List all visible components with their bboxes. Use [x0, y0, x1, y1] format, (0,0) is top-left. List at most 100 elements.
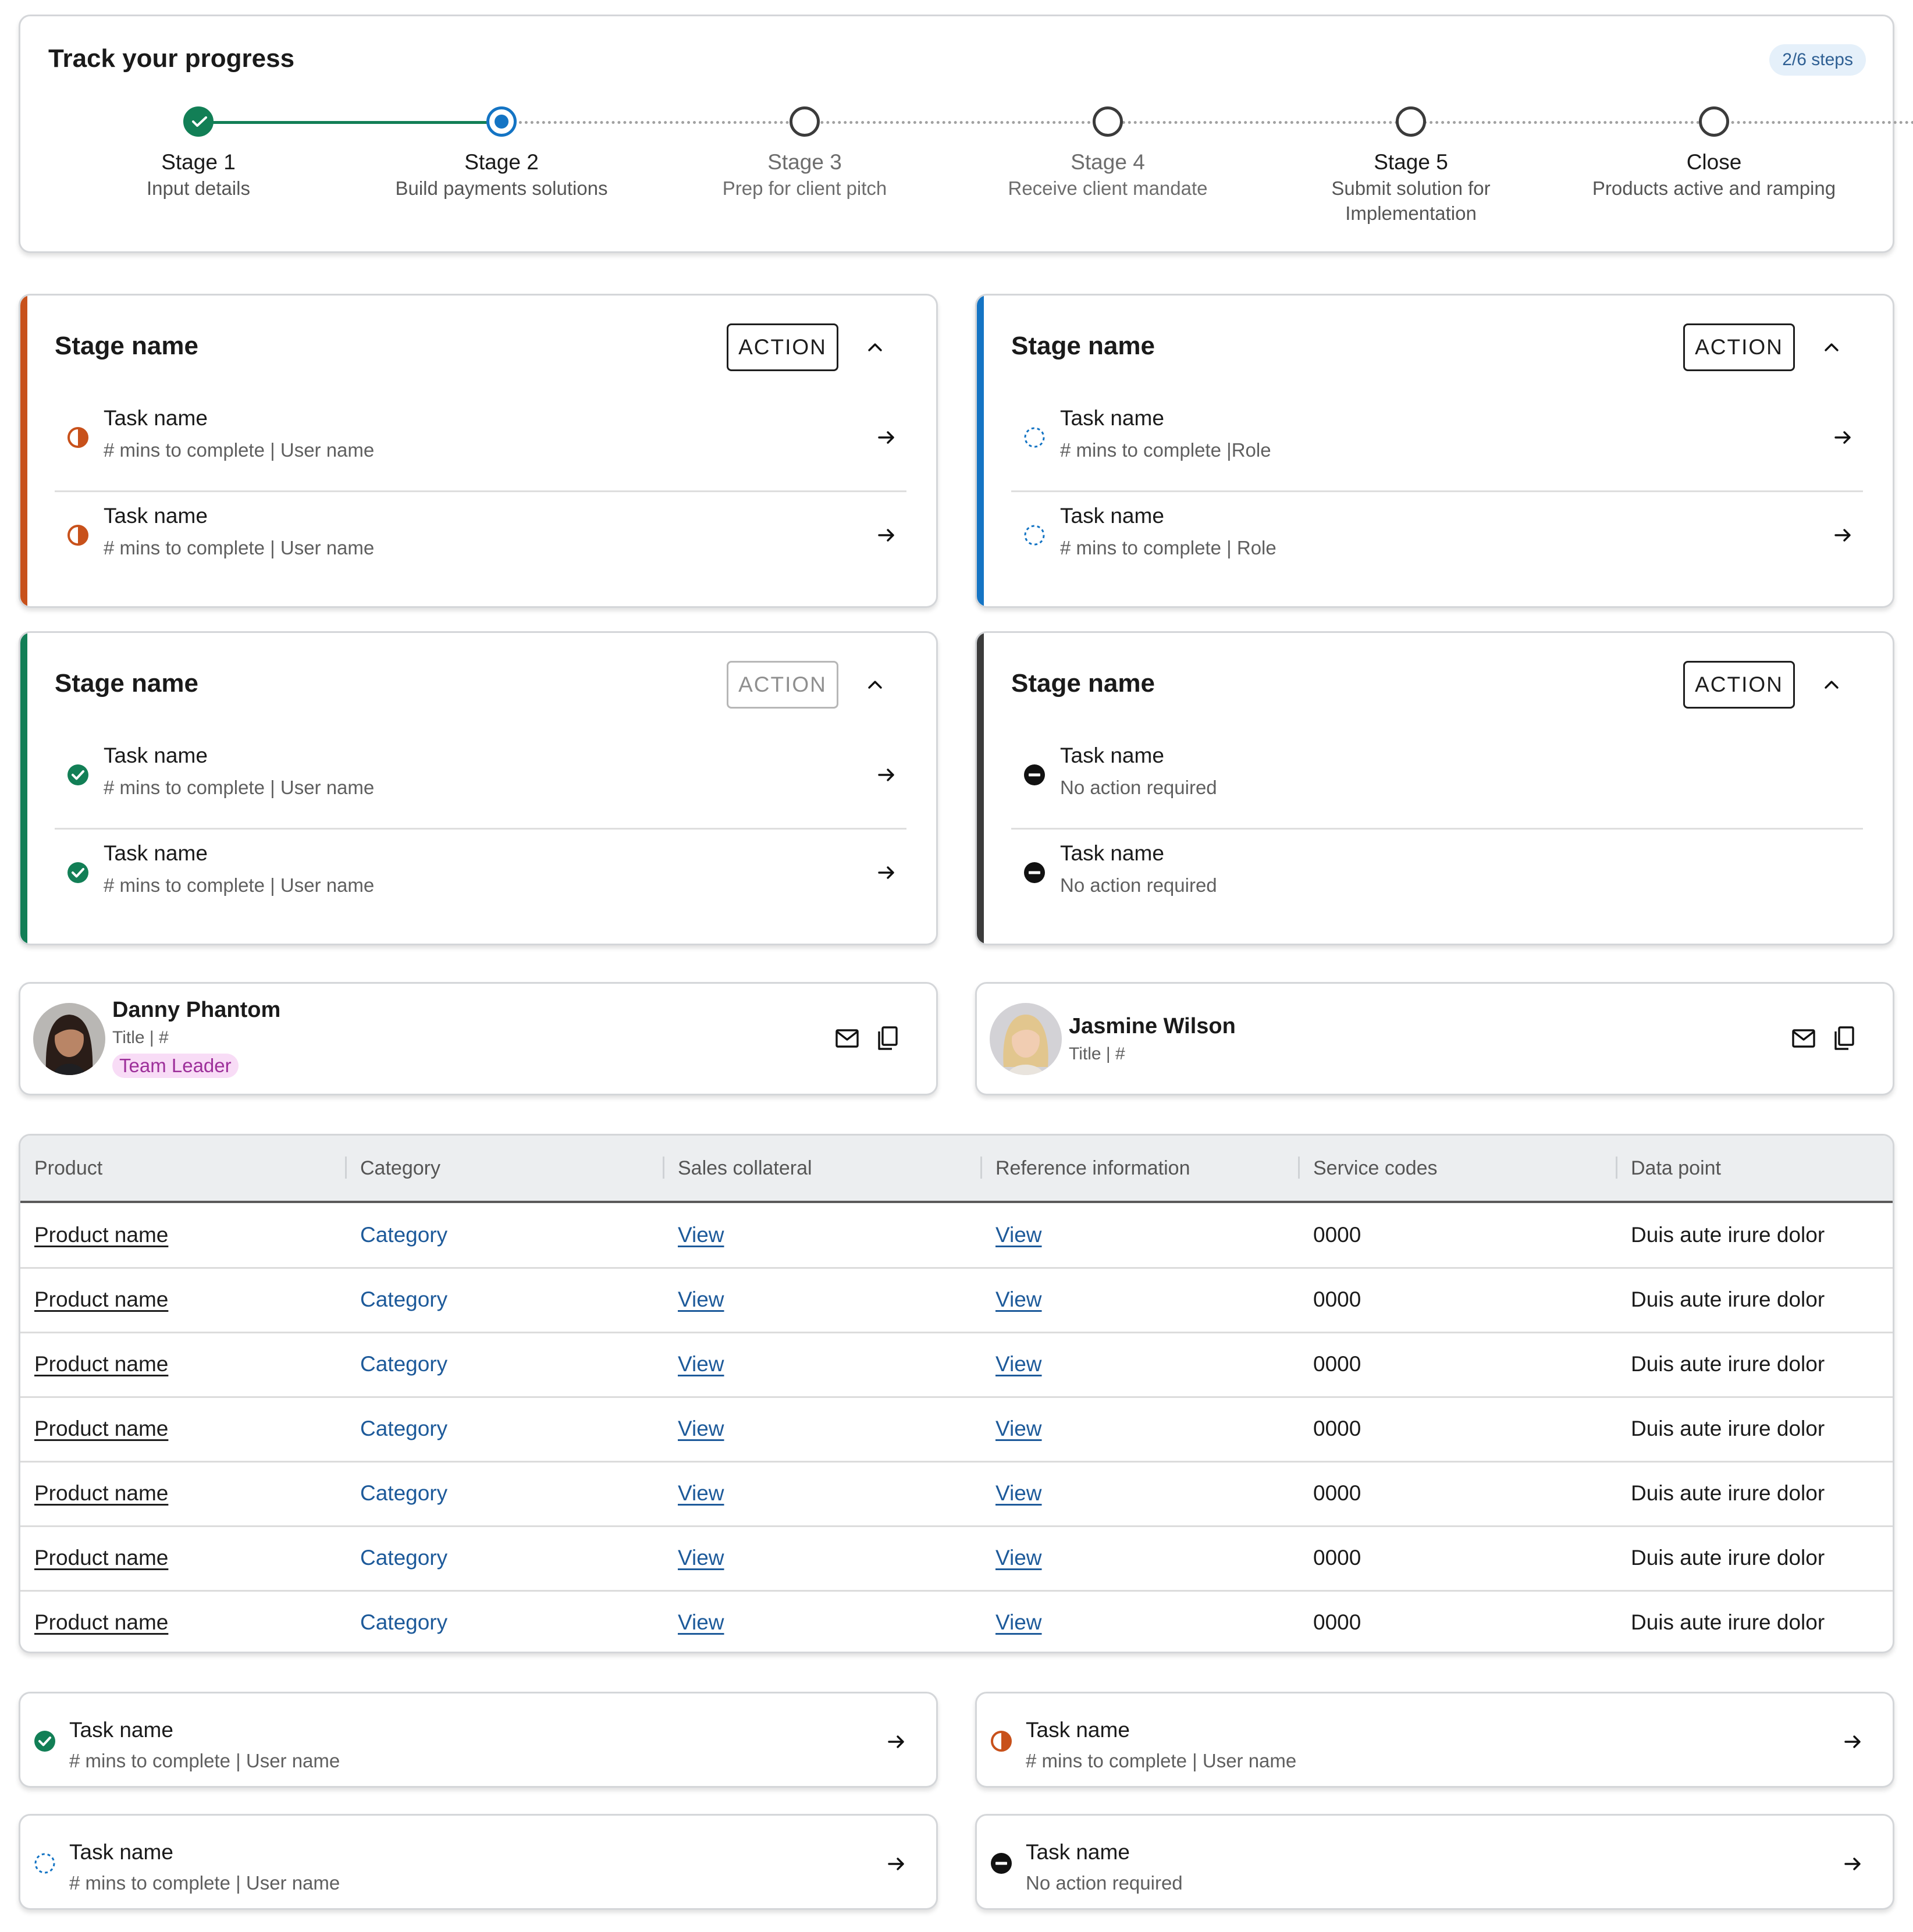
stage-5-node[interactable] [1396, 106, 1426, 137]
task-row[interactable]: Task name # mins to complete | User name [55, 732, 906, 830]
stage-name: Stage 2 [464, 150, 539, 174]
stage-5-label: Stage 5 Submit solution for Implementati… [1283, 149, 1539, 226]
product-link[interactable]: Product name [34, 1267, 168, 1332]
category-link[interactable]: Category [360, 1461, 447, 1525]
reference-info-link[interactable]: View [995, 1396, 1042, 1461]
data-point: Duis aute irure dolor [1631, 1546, 1825, 1570]
minus-circle-icon [1023, 861, 1046, 884]
task-row[interactable]: Task name # mins to complete |Role [1011, 394, 1863, 492]
contact-card-jasmine: Jasmine Wilson Title | # [975, 982, 1894, 1095]
task-card-no-action[interactable]: Task name No action required [975, 1814, 1894, 1910]
reference-info-link[interactable]: View [995, 1525, 1042, 1590]
action-button[interactable]: ACTION [1683, 323, 1795, 371]
column-header-reference-information[interactable]: Reference information [995, 1136, 1190, 1201]
task-card-complete[interactable]: Task name # mins to complete | User name [19, 1692, 938, 1788]
minus-circle-icon [1023, 763, 1046, 787]
category-link[interactable]: Category [360, 1202, 447, 1267]
arrow-right-icon[interactable] [886, 1731, 907, 1752]
service-code: 0000 [1313, 1223, 1361, 1247]
column-divider [980, 1157, 982, 1179]
sales-collateral-link[interactable]: View [678, 1202, 724, 1267]
stage-4-node[interactable] [1093, 106, 1123, 137]
reference-info-link[interactable]: View [995, 1267, 1042, 1332]
arrow-right-icon[interactable] [876, 764, 897, 785]
category-link[interactable]: Category [360, 1396, 447, 1461]
status-accent-bar [20, 633, 27, 944]
task-row[interactable]: Task name # mins to complete | Role [1011, 492, 1863, 588]
stage-close-label: Close Products active and ramping [1563, 149, 1865, 201]
sales-collateral-link[interactable]: View [678, 1525, 724, 1590]
sales-collateral-link[interactable]: View [678, 1332, 724, 1396]
data-point: Duis aute irure dolor [1631, 1481, 1825, 1505]
column-header-service-codes[interactable]: Service codes [1313, 1136, 1438, 1201]
sales-collateral-link[interactable]: View [678, 1396, 724, 1461]
task-card-in-progress[interactable]: Task name # mins to complete | User name [975, 1692, 1894, 1788]
arrow-right-icon[interactable] [876, 525, 897, 546]
product-link[interactable]: Product name [34, 1332, 168, 1396]
reference-info-link[interactable]: View [995, 1202, 1042, 1267]
mail-icon[interactable] [835, 1028, 859, 1049]
column-header-category[interactable]: Category [360, 1136, 440, 1201]
stage-3-node[interactable] [790, 106, 820, 137]
product-link[interactable]: Product name [34, 1202, 168, 1267]
arrow-right-icon[interactable] [1833, 427, 1854, 448]
sales-collateral-link[interactable]: View [678, 1461, 724, 1525]
contact-card-danny: Danny Phantom Title | # Team Leader [19, 982, 938, 1095]
chevron-up-icon[interactable] [1822, 675, 1841, 695]
column-header-data-point[interactable]: Data point [1631, 1136, 1721, 1201]
product-link[interactable]: Product name [34, 1396, 168, 1461]
category-link[interactable]: Category [360, 1332, 447, 1396]
task-row[interactable]: Task name # mins to complete | User name [55, 394, 906, 492]
category-link[interactable]: Category [360, 1590, 447, 1652]
mail-icon[interactable] [1791, 1028, 1816, 1049]
column-header-sales-collateral[interactable]: Sales collateral [678, 1136, 812, 1201]
stage-1-node[interactable] [183, 106, 214, 137]
chevron-up-icon[interactable] [1822, 337, 1841, 357]
table-row: Product name Category View View 0000 Duis aut… [20, 1525, 1893, 1592]
product-link[interactable]: Product name [34, 1590, 168, 1652]
table-row: Product name Category View View 0000 Duis aut… [20, 1590, 1893, 1652]
progress-line-complete [202, 121, 502, 124]
progress-tracker: Track your progress 2/6 steps Stage 1 In… [19, 15, 1913, 253]
task-meta: # mins to complete | Role [1060, 537, 1276, 558]
action-button[interactable]: ACTION [727, 323, 838, 371]
arrow-right-icon[interactable] [876, 427, 897, 448]
task-name: Task name [1060, 504, 1164, 528]
reference-info-link[interactable]: View [995, 1590, 1042, 1652]
chevron-up-icon[interactable] [865, 675, 885, 695]
arrow-right-icon[interactable] [1833, 525, 1854, 546]
status-accent-bar [977, 296, 984, 606]
action-button[interactable]: ACTION [1683, 661, 1795, 709]
arrow-right-icon[interactable] [1843, 1853, 1864, 1874]
reference-info-link[interactable]: View [995, 1332, 1042, 1396]
task-row[interactable]: Task name # mins to complete | User name [55, 830, 906, 926]
chevron-up-icon[interactable] [865, 337, 885, 357]
sales-collateral-link[interactable]: View [678, 1590, 724, 1652]
task-meta: # mins to complete | User name [104, 537, 375, 558]
arrow-right-icon[interactable] [1843, 1731, 1864, 1752]
column-header-product[interactable]: Product [34, 1136, 102, 1201]
task-meta: # mins to complete | User name [104, 777, 375, 798]
contact-title: Title | # [112, 1028, 169, 1047]
stage-description: Submit solution for Implementation [1331, 177, 1491, 224]
arrow-right-icon[interactable] [876, 862, 897, 883]
category-link[interactable]: Category [360, 1525, 447, 1590]
stage-2-node[interactable] [486, 106, 517, 137]
task-meta: No action required [1060, 874, 1217, 896]
product-link[interactable]: Product name [34, 1461, 168, 1525]
copy-icon[interactable] [876, 1026, 899, 1051]
copy-icon[interactable] [1832, 1026, 1855, 1051]
sales-collateral-link[interactable]: View [678, 1267, 724, 1332]
task-name: Task name [104, 743, 208, 767]
task-row[interactable]: Task name # mins to complete | User name [55, 492, 906, 588]
task-card-not-started[interactable]: Task name # mins to complete | User name [19, 1814, 938, 1910]
data-point: Duis aute irure dolor [1631, 1287, 1825, 1311]
service-code: 0000 [1313, 1352, 1361, 1376]
reference-info-link[interactable]: View [995, 1461, 1042, 1525]
category-link[interactable]: Category [360, 1267, 447, 1332]
table-row: Product name Category View View 0000 Duis aut… [20, 1396, 1893, 1463]
product-link[interactable]: Product name [34, 1525, 168, 1590]
arrow-right-icon[interactable] [886, 1853, 907, 1874]
stage-name: Stage 1 [161, 150, 236, 174]
stage-close-node[interactable] [1699, 106, 1729, 137]
